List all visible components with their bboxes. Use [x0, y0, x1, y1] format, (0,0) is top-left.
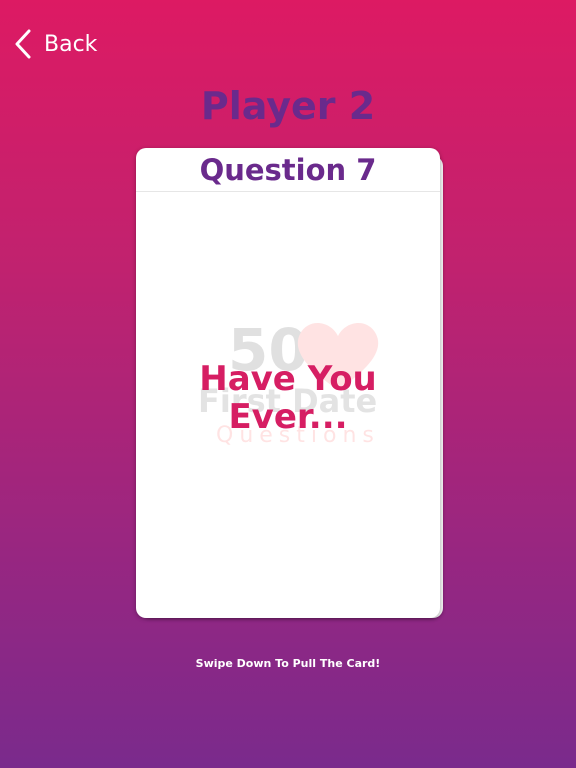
back-label: Back — [44, 31, 98, 57]
swipe-hint: Swipe Down To Pull The Card! — [195, 657, 381, 670]
question-card[interactable]: Question 7 50 First Date Questions Have … — [136, 148, 440, 618]
question-line-1: Have You — [199, 359, 377, 399]
question-text: Have You Ever... — [136, 360, 440, 436]
question-line-2: Ever... — [228, 397, 348, 437]
chevron-left-icon — [12, 26, 34, 62]
card-header: Question 7 — [136, 148, 440, 192]
question-number-label: Question 7 — [199, 152, 377, 187]
player-title: Player 2 — [200, 84, 376, 128]
back-button[interactable]: Back — [12, 26, 97, 62]
